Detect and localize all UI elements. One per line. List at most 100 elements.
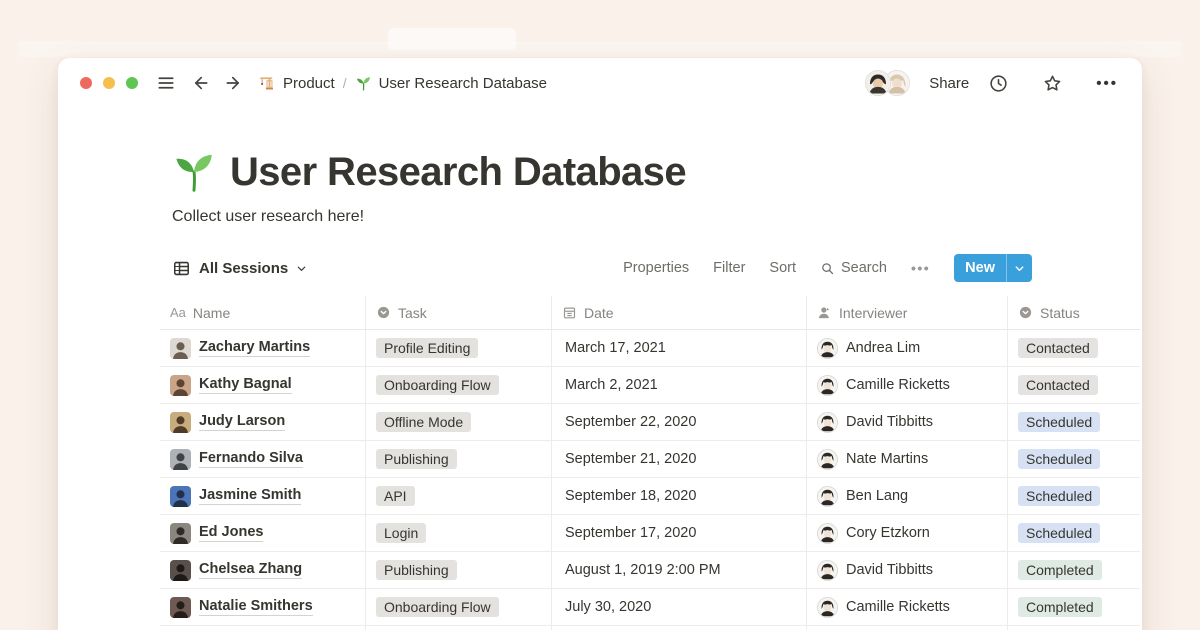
interviewer-cell[interactable]: Camille Ricketts xyxy=(807,367,1008,403)
toolbar-more-button[interactable]: ••• xyxy=(911,260,930,276)
column-header-name[interactable]: AaName xyxy=(160,296,366,329)
date-cell[interactable]: September 18, 2020 xyxy=(552,478,807,514)
interviewer-name: Andrea Lim xyxy=(846,340,920,356)
user-name-link[interactable]: Chelsea Zhang xyxy=(199,561,302,579)
seedling-icon[interactable] xyxy=(172,150,216,194)
view-switcher[interactable]: All Sessions xyxy=(172,259,307,278)
user-name-link[interactable]: Natalie Smithers xyxy=(199,598,313,616)
interviewer-cell[interactable]: David Tibbitts xyxy=(807,404,1008,440)
interviewer-cell[interactable]: Camille Ricketts xyxy=(807,589,1008,625)
search-button[interactable]: Search xyxy=(820,260,887,276)
new-button-dropdown[interactable] xyxy=(1006,254,1032,282)
table-row-partial[interactable] xyxy=(160,626,1140,630)
column-header-task[interactable]: Task xyxy=(366,296,552,329)
interviewer-cell[interactable]: Cory Etzkorn xyxy=(807,515,1008,551)
share-button[interactable]: Share xyxy=(929,75,969,92)
task-cell[interactable]: Publishing xyxy=(366,552,552,588)
task-cell[interactable]: Login xyxy=(366,515,552,551)
forward-arrow-icon[interactable] xyxy=(224,73,244,93)
star-icon[interactable] xyxy=(1042,73,1063,94)
user-name-link[interactable]: Judy Larson xyxy=(199,413,285,431)
task-cell[interactable]: Onboarding Flow xyxy=(366,589,552,625)
date-cell[interactable]: July 30, 2020 xyxy=(552,589,807,625)
hamburger-menu-icon[interactable] xyxy=(156,73,176,93)
name-cell[interactable]: Fernando Silva xyxy=(160,441,366,477)
properties-button[interactable]: Properties xyxy=(623,260,689,276)
table-row[interactable]: Fernando Silva PublishingSeptember 21, 20… xyxy=(160,441,1140,478)
date-cell[interactable]: March 17, 2021 xyxy=(552,330,807,366)
filter-button[interactable]: Filter xyxy=(713,260,745,276)
user-name-link[interactable]: Jasmine Smith xyxy=(199,487,301,505)
zoom-window-button[interactable] xyxy=(126,77,138,89)
status-cell[interactable]: Contacted xyxy=(1008,367,1140,403)
new-button-label[interactable]: New xyxy=(954,254,1006,282)
more-options-button[interactable]: ••• xyxy=(1096,75,1118,92)
status-cell[interactable]: Scheduled xyxy=(1008,515,1140,551)
status-cell[interactable]: Scheduled xyxy=(1008,404,1140,440)
interviewer-cell[interactable]: David Tibbitts xyxy=(807,552,1008,588)
page-subtitle: Collect user research here! xyxy=(172,208,1142,226)
table-row[interactable]: Natalie Smithers Onboarding Flow July 30, … xyxy=(160,589,1140,626)
name-cell[interactable]: Natalie Smithers xyxy=(160,589,366,625)
interviewer-cell[interactable]: Ben Lang xyxy=(807,478,1008,514)
date-value: July 30, 2020 xyxy=(565,599,651,615)
table-row[interactable]: Zachary Martins Profile EditingMarch 17, … xyxy=(160,330,1140,367)
interviewer-name: Nate Martins xyxy=(846,451,928,467)
user-name-link[interactable]: Fernando Silva xyxy=(199,450,303,468)
column-header-status[interactable]: Status xyxy=(1008,296,1140,329)
column-header-interviewer[interactable]: Interviewer xyxy=(807,296,1008,329)
date-cell[interactable]: September 21, 2020 xyxy=(552,441,807,477)
date-cell[interactable]: March 2, 2021 xyxy=(552,367,807,403)
date-cell[interactable]: September 22, 2020 xyxy=(552,404,807,440)
status-badge: Scheduled xyxy=(1018,412,1100,432)
user-name-link[interactable]: Ed Jones xyxy=(199,524,263,542)
interviewer-name: Camille Ricketts xyxy=(846,599,950,615)
user-name-link[interactable]: Zachary Martins xyxy=(199,339,310,357)
background-decoration xyxy=(18,41,1182,57)
user-name-link[interactable]: Kathy Bagnal xyxy=(199,376,292,394)
task-cell[interactable]: API xyxy=(366,478,552,514)
status-cell[interactable]: Completed xyxy=(1008,589,1140,625)
breadcrumb-parent[interactable]: Product xyxy=(258,74,335,92)
table-row[interactable]: Jasmine Smith APISeptember 18, 2020Ben La… xyxy=(160,478,1140,515)
task-cell[interactable]: Onboarding Flow xyxy=(366,367,552,403)
interviewer-name: David Tibbitts xyxy=(846,562,933,578)
back-arrow-icon[interactable] xyxy=(190,73,210,93)
date-cell[interactable]: September 17, 2020 xyxy=(552,515,807,551)
interviewer-cell[interactable]: Nate Martins xyxy=(807,441,1008,477)
clock-icon[interactable] xyxy=(988,73,1009,94)
name-cell[interactable]: Kathy Bagnal xyxy=(160,367,366,403)
table-row[interactable]: Ed Jones LoginSeptember 17, 2020 Cory Etzk… xyxy=(160,515,1140,552)
interviewer-name: Cory Etzkorn xyxy=(846,525,930,541)
breadcrumb: Product / User Research Database xyxy=(258,74,547,92)
close-window-button[interactable] xyxy=(80,77,92,89)
table-row[interactable]: Judy Larson Offline ModeSeptember 22, 202… xyxy=(160,404,1140,441)
task-tag: Publishing xyxy=(376,560,457,580)
name-cell[interactable]: Jasmine Smith xyxy=(160,478,366,514)
breadcrumb-current-label: User Research Database xyxy=(379,75,547,92)
sort-button[interactable]: Sort xyxy=(769,260,796,276)
interviewer-cell[interactable]: Andrea Lim xyxy=(807,330,1008,366)
minimize-window-button[interactable] xyxy=(103,77,115,89)
name-cell[interactable]: Judy Larson xyxy=(160,404,366,440)
status-cell[interactable]: Contacted xyxy=(1008,330,1140,366)
status-cell[interactable]: Scheduled xyxy=(1008,441,1140,477)
table-row[interactable]: Chelsea Zhang Publishing August 1, 2019 2:… xyxy=(160,552,1140,589)
calendar-icon xyxy=(562,305,577,320)
name-cell[interactable]: Ed Jones xyxy=(160,515,366,551)
breadcrumb-current[interactable]: User Research Database xyxy=(355,75,547,92)
table-row[interactable]: Kathy Bagnal Onboarding FlowMarch 2, 2021… xyxy=(160,367,1140,404)
traffic-lights xyxy=(80,77,138,89)
column-header-date[interactable]: Date xyxy=(552,296,807,329)
name-cell[interactable]: Chelsea Zhang xyxy=(160,552,366,588)
user-avatar xyxy=(170,560,191,581)
date-cell[interactable]: August 1, 2019 2:00 PM xyxy=(552,552,807,588)
task-cell[interactable]: Profile Editing xyxy=(366,330,552,366)
table-rows: Zachary Martins Profile EditingMarch 17, … xyxy=(160,330,1140,626)
task-cell[interactable]: Offline Mode xyxy=(366,404,552,440)
status-cell[interactable]: Completed xyxy=(1008,552,1140,588)
name-cell[interactable]: Zachary Martins xyxy=(160,330,366,366)
new-button[interactable]: New xyxy=(954,254,1032,282)
status-cell[interactable]: Scheduled xyxy=(1008,478,1140,514)
task-cell[interactable]: Publishing xyxy=(366,441,552,477)
